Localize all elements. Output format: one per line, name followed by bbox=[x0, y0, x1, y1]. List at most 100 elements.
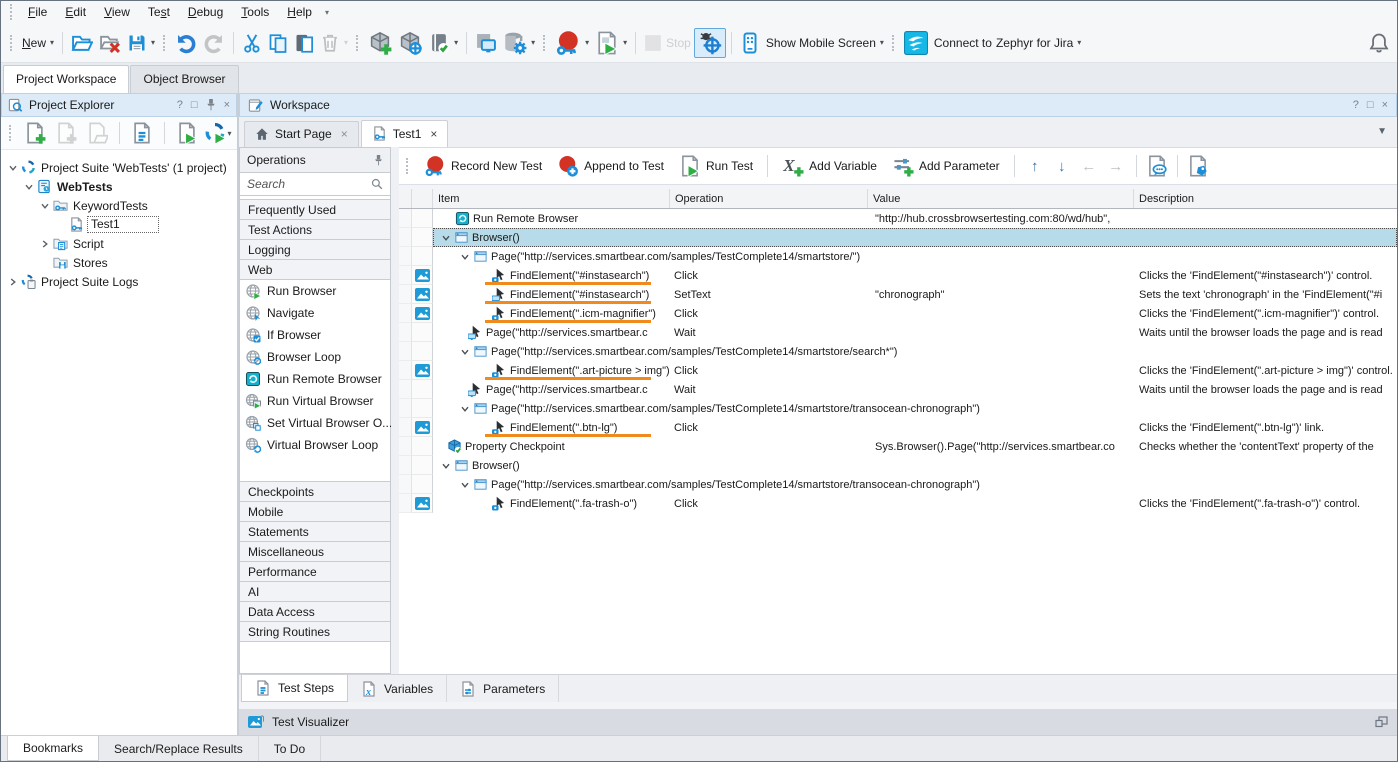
chevron-down-icon[interactable] bbox=[40, 201, 50, 211]
chevron-down-icon[interactable] bbox=[460, 252, 470, 262]
add-variable-button[interactable]: X Add Variable bbox=[776, 151, 883, 181]
ops-item-if-browser[interactable]: If Browser bbox=[240, 324, 390, 346]
chevron-down-icon[interactable] bbox=[24, 182, 34, 192]
add-existing-item-button[interactable] bbox=[83, 119, 111, 147]
new-button[interactable]: New▾ bbox=[19, 28, 57, 58]
column-description[interactable]: Description bbox=[1134, 189, 1397, 208]
close-button[interactable]: × bbox=[1382, 99, 1388, 111]
toolbar-grip[interactable] bbox=[406, 158, 410, 174]
ops-item-run-remote-browser[interactable]: Run Remote Browser bbox=[240, 368, 390, 390]
ops-item-browser-loop[interactable]: Browser Loop bbox=[240, 346, 390, 368]
menu-edit[interactable]: Edit bbox=[56, 3, 95, 21]
tab-bookmarks[interactable]: Bookmarks bbox=[7, 736, 99, 761]
ops-category-ai[interactable]: AI bbox=[240, 581, 390, 602]
test-step-row[interactable]: FindElement(".btn-lg") Click Clicks the … bbox=[399, 418, 1397, 437]
ops-item-run-browser[interactable]: Run Browser bbox=[240, 280, 390, 302]
ops-category-frequently-used[interactable]: Frequently Used bbox=[240, 199, 390, 220]
screen-capture-button[interactable] bbox=[472, 28, 500, 58]
maximize-button[interactable]: □ bbox=[1367, 99, 1374, 111]
operations-search-input[interactable]: Search bbox=[240, 173, 390, 196]
ops-category-checkpoints[interactable]: Checkpoints bbox=[240, 481, 390, 502]
visualizer-thumbnail[interactable] bbox=[412, 494, 433, 513]
tab-test-steps[interactable]: Test Steps bbox=[241, 675, 348, 702]
move-left-button[interactable]: ← bbox=[1077, 158, 1101, 175]
ops-category-logging[interactable]: Logging bbox=[240, 239, 390, 260]
ops-item-virtual-browser-loop[interactable]: Virtual Browser Loop bbox=[240, 434, 390, 456]
column-value[interactable]: Value bbox=[868, 189, 1134, 208]
toolbar-grip[interactable] bbox=[892, 35, 896, 51]
test-step-row[interactable]: Run Remote Browser "http://hub.crossbrow… bbox=[399, 209, 1397, 228]
tab-variables[interactable]: x Variables bbox=[348, 675, 447, 702]
visualizer-thumbnail[interactable] bbox=[412, 285, 433, 304]
close-tab-icon[interactable]: × bbox=[430, 127, 437, 141]
move-down-button[interactable]: ↓ bbox=[1050, 158, 1074, 175]
ops-category-miscellaneous[interactable]: Miscellaneous bbox=[240, 541, 390, 562]
run-test-item-button[interactable] bbox=[173, 119, 201, 147]
add-new-item-button[interactable] bbox=[52, 119, 80, 147]
ops-category-string-routines[interactable]: String Routines bbox=[240, 621, 390, 642]
toolbar-grip[interactable] bbox=[10, 35, 14, 51]
check-syntax-button[interactable]: ▾ bbox=[425, 28, 461, 58]
tree-item-script[interactable]: Script bbox=[1, 234, 237, 253]
column-item[interactable]: Item bbox=[433, 189, 670, 208]
run-project-button[interactable]: ▾ bbox=[204, 119, 232, 147]
record-new-test-button[interactable]: Record New Test bbox=[418, 151, 548, 181]
organize-tests-button[interactable] bbox=[128, 119, 156, 147]
ops-category-statements[interactable]: Statements bbox=[240, 521, 390, 542]
tree-item-webtests[interactable]: WebTests bbox=[1, 177, 237, 196]
add-parameter-button[interactable]: Add Parameter bbox=[886, 151, 1006, 181]
save-button[interactable]: ▾ bbox=[124, 28, 158, 58]
tab-parameters[interactable]: Parameters bbox=[447, 675, 559, 702]
tree-item-project-suite-logs[interactable]: Project Suite Logs bbox=[1, 272, 237, 291]
tab-test1[interactable]: Test1 × bbox=[361, 120, 449, 147]
object-spy-cube-button[interactable] bbox=[395, 28, 425, 58]
run-button[interactable]: ▾ bbox=[592, 28, 630, 58]
zephyr-button[interactable] bbox=[901, 28, 931, 58]
ops-category-web[interactable]: Web bbox=[240, 259, 390, 280]
tab-list-caret[interactable]: ▼ bbox=[1377, 126, 1387, 137]
notifications-button[interactable] bbox=[1365, 28, 1393, 58]
test-step-row[interactable]: FindElement("#instasearch") SetText "chr… bbox=[399, 285, 1397, 304]
ops-item-run-virtual-browser[interactable]: Run Virtual Browser bbox=[240, 390, 390, 412]
visualizer-thumbnail[interactable] bbox=[412, 418, 433, 437]
tab-project-workspace[interactable]: Project Workspace bbox=[3, 65, 129, 93]
menu-view[interactable]: View bbox=[95, 3, 139, 21]
toolbar-grip[interactable] bbox=[9, 125, 13, 141]
undo-button[interactable] bbox=[172, 28, 200, 58]
test-step-row[interactable]: Property Checkpoint Sys.Browser().Page("… bbox=[399, 437, 1397, 456]
menu-debug[interactable]: Debug bbox=[179, 3, 232, 21]
tab-search-replace-results[interactable]: Search/Replace Results bbox=[99, 736, 259, 761]
mobile-screen-button[interactable] bbox=[737, 28, 763, 58]
maximize-button[interactable]: □ bbox=[191, 99, 198, 111]
test-step-row[interactable]: Page("http://services.smartbear.com/samp… bbox=[399, 399, 1397, 418]
append-to-test-button[interactable]: Append to Test bbox=[551, 151, 670, 181]
display-object-spy-button[interactable] bbox=[694, 28, 726, 58]
ops-item-set-virtual-browser[interactable]: Set Virtual Browser O... bbox=[240, 412, 390, 434]
test-step-row-selected[interactable]: Browser() bbox=[399, 228, 1397, 247]
chevron-down-icon[interactable] bbox=[460, 404, 470, 414]
test-step-row[interactable]: FindElement("#instasearch") Click Clicks… bbox=[399, 266, 1397, 285]
add-comment-button[interactable] bbox=[1145, 154, 1169, 178]
help-button[interactable]: ? bbox=[1353, 99, 1359, 111]
test-visualizer-bar[interactable]: Test Visualizer bbox=[239, 709, 1397, 735]
close-file-button[interactable] bbox=[96, 28, 124, 58]
ops-category-test-actions[interactable]: Test Actions bbox=[240, 219, 390, 240]
tree-item-test1[interactable]: Test1 bbox=[1, 215, 237, 234]
cut-button[interactable] bbox=[239, 28, 265, 58]
pin-button[interactable] bbox=[374, 155, 383, 166]
chevron-right-icon[interactable] bbox=[40, 239, 50, 249]
visualizer-thumbnail[interactable] bbox=[412, 266, 433, 285]
show-mobile-screen-button[interactable]: Show Mobile Screen ▾ bbox=[763, 28, 887, 58]
test-step-row[interactable]: Page("http://services.smartbear.com/samp… bbox=[399, 342, 1397, 361]
test-step-row[interactable]: Page("http://services.smartbear.com/samp… bbox=[399, 247, 1397, 266]
open-button[interactable] bbox=[68, 28, 96, 58]
test-step-row[interactable]: FindElement(".art-picture > img") Click … bbox=[399, 361, 1397, 380]
run-test-button[interactable]: Run Test bbox=[673, 151, 759, 181]
chevron-down-icon[interactable] bbox=[460, 480, 470, 490]
redo-button[interactable] bbox=[200, 28, 228, 58]
move-up-button[interactable]: ↑ bbox=[1023, 158, 1047, 175]
chevron-down-icon[interactable] bbox=[441, 233, 451, 243]
record-button[interactable]: ▾ bbox=[552, 28, 592, 58]
chevron-down-icon[interactable] bbox=[8, 163, 18, 173]
delete-button[interactable]: ▾ bbox=[317, 28, 351, 58]
